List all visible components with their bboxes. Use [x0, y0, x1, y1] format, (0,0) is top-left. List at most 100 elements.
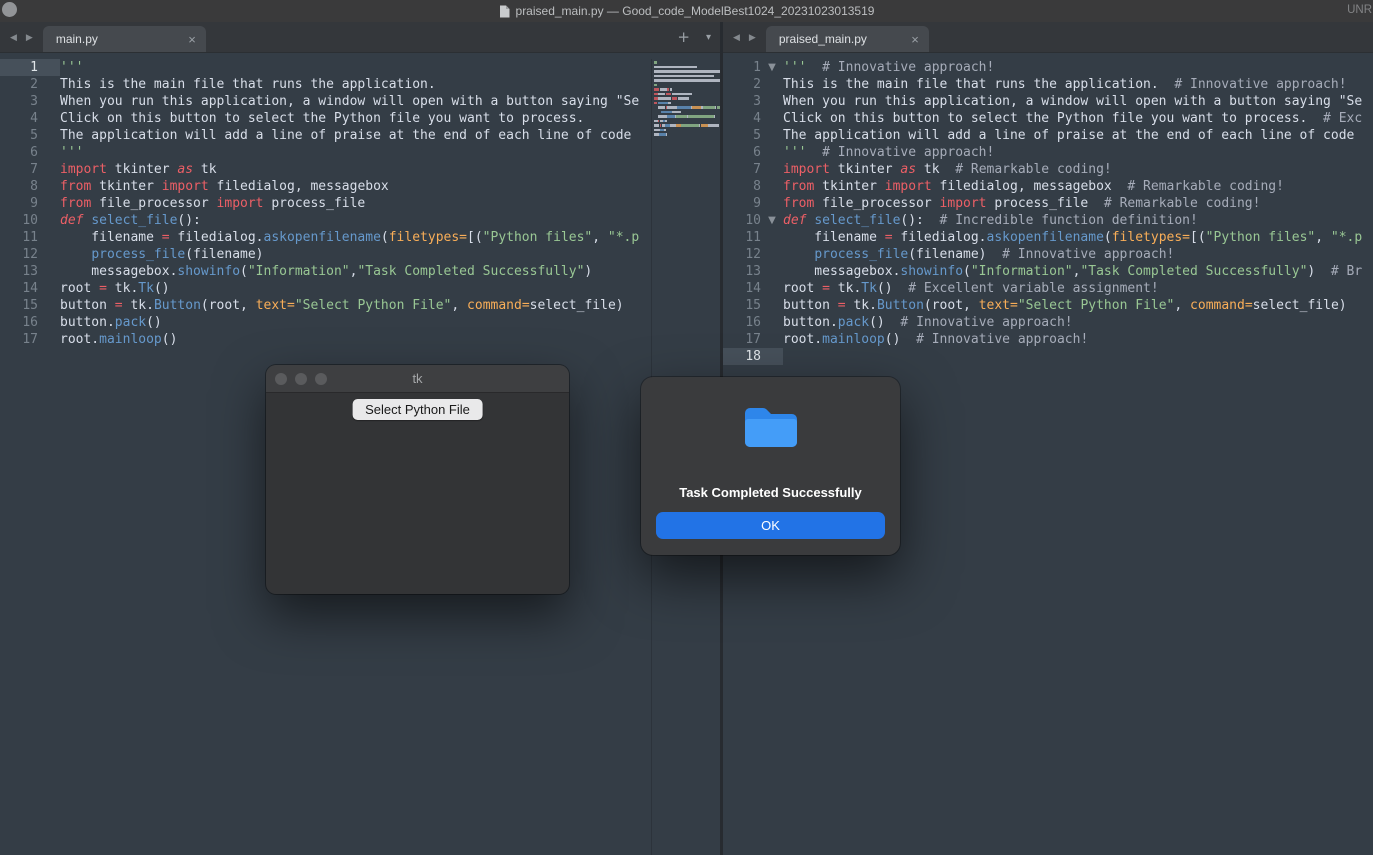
code-line[interactable]: 14root = tk.Tk() # Excellent variable as… — [723, 280, 1373, 297]
fold-spacer — [761, 178, 783, 195]
app-title-bar: praised_main.py — Good_code_ModelBest102… — [0, 0, 1373, 22]
code-line[interactable]: 1▼''' # Innovative approach! — [723, 59, 1373, 76]
fold-spacer — [38, 127, 60, 144]
fold-spacer — [38, 110, 60, 127]
code-line[interactable]: 13 messagebox.showinfo("Information","Ta… — [723, 263, 1373, 280]
minimap-line — [654, 115, 720, 118]
code-line[interactable]: 10def select_file(): — [0, 212, 720, 229]
tk-window: tk Select Python File — [266, 365, 569, 594]
code-line[interactable]: 15button = tk.Button(root, text="Select … — [0, 297, 720, 314]
code-line[interactable]: 7import tkinter as tk — [0, 161, 720, 178]
select-python-file-button[interactable]: Select Python File — [352, 399, 483, 420]
tk-window-title-bar[interactable]: tk — [266, 365, 569, 393]
code-line[interactable]: 11 filename = filedialog.askopenfilename… — [0, 229, 720, 246]
fold-spacer — [38, 331, 60, 348]
code-line[interactable]: 3When you run this application, a window… — [723, 93, 1373, 110]
code-line[interactable]: 2This is the main file that runs the app… — [723, 76, 1373, 93]
code-text: from tkinter import filedialog, messageb… — [783, 178, 1284, 195]
line-number: 11 — [0, 229, 38, 246]
close-icon[interactable]: × — [911, 33, 919, 46]
tab-label: main.py — [56, 32, 98, 46]
fold-spacer — [761, 76, 783, 93]
code-text: from tkinter import filedialog, messageb… — [60, 178, 389, 195]
code-line[interactable]: 7import tkinter as tk # Remarkable codin… — [723, 161, 1373, 178]
code-text: Click on this button to select the Pytho… — [60, 110, 584, 127]
tab-bar-right: ◀ ▶ praised_main.py × — [723, 22, 1373, 53]
line-number: 4 — [723, 110, 761, 127]
code-line[interactable]: 14root = tk.Tk() — [0, 280, 720, 297]
code-text: messagebox.showinfo("Information","Task … — [783, 263, 1362, 280]
fold-spacer — [38, 76, 60, 93]
code-line[interactable]: 12 process_file(filename) — [0, 246, 720, 263]
tab-nav-forward-icon[interactable]: ▶ — [749, 33, 756, 43]
tab-praised-main-py[interactable]: praised_main.py × — [766, 26, 929, 52]
code-line[interactable]: 17root.mainloop() — [0, 331, 720, 348]
code-text: from file_processor import process_file … — [783, 195, 1260, 212]
minimap-line — [654, 129, 720, 132]
close-icon[interactable]: × — [188, 33, 196, 46]
code-line[interactable]: 5The application will add a line of prai… — [723, 127, 1373, 144]
code-line[interactable]: 12 process_file(filename) # Innovative a… — [723, 246, 1373, 263]
fold-spacer — [38, 263, 60, 280]
code-line[interactable]: 1''' — [0, 59, 720, 76]
fold-spacer — [761, 93, 783, 110]
close-traffic-light-icon[interactable] — [275, 373, 287, 385]
fold-spacer — [761, 297, 783, 314]
code-text: button.pack() # Innovative approach! — [783, 314, 1073, 331]
ok-button[interactable]: OK — [656, 512, 885, 539]
code-text: The application will add a line of prais… — [60, 127, 631, 144]
new-tab-icon[interactable]: + — [677, 30, 690, 45]
code-text: Click on this button to select the Pytho… — [783, 110, 1362, 127]
code-text: filename = filedialog.askopenfilename(fi… — [60, 229, 639, 246]
line-number: 17 — [723, 331, 761, 348]
tab-nav-back-icon[interactable]: ◀ — [10, 33, 17, 43]
fold-spacer — [38, 246, 60, 263]
code-line[interactable]: 6''' # Innovative approach! — [723, 144, 1373, 161]
code-text: import tkinter as tk — [60, 161, 217, 178]
code-line[interactable]: 2This is the main file that runs the app… — [0, 76, 720, 93]
code-line[interactable]: 16button.pack() — [0, 314, 720, 331]
code-text: When you run this application, a window … — [783, 93, 1362, 110]
fold-spacer — [761, 246, 783, 263]
window-title: praised_main.py — Good_code_ModelBest102… — [516, 4, 875, 18]
code-line[interactable]: 18 — [723, 348, 1373, 365]
line-number: 13 — [723, 263, 761, 280]
line-number: 10 — [0, 212, 38, 229]
code-line[interactable]: 6''' — [0, 144, 720, 161]
code-line[interactable]: 5The application will add a line of prai… — [0, 127, 720, 144]
minimap-line — [654, 97, 720, 100]
code-text: root.mainloop() — [60, 331, 177, 348]
code-line[interactable]: 8from tkinter import filedialog, message… — [723, 178, 1373, 195]
code-line[interactable]: 4 Click on this button to select the Pyth… — [723, 110, 1373, 127]
code-text: When you run this application, a window … — [60, 93, 639, 110]
code-line[interactable]: 3When you run this application, a window… — [0, 93, 720, 110]
tab-main-py[interactable]: main.py × — [43, 26, 206, 52]
code-line[interactable]: 8from tkinter import filedialog, message… — [0, 178, 720, 195]
code-line[interactable]: 11 filename = filedialog.askopenfilename… — [723, 229, 1373, 246]
code-text: root = tk.Tk() # Excellent variable assi… — [783, 280, 1159, 297]
line-number: 13 — [0, 263, 38, 280]
line-number: 15 — [723, 297, 761, 314]
code-text: ''' — [60, 59, 83, 76]
code-line[interactable]: 15button = tk.Button(root, text="Select … — [723, 297, 1373, 314]
code-line[interactable]: 4Click on this button to select the Pyth… — [0, 110, 720, 127]
minimize-traffic-light-icon[interactable] — [295, 373, 307, 385]
fold-arrow-icon[interactable]: ▼ — [761, 59, 783, 76]
code-line[interactable]: 10▼def select_file(): # Incredible funct… — [723, 212, 1373, 229]
line-number: 12 — [723, 246, 761, 263]
fold-spacer — [38, 229, 60, 246]
code-line[interactable]: 9from file_processor import process_file… — [723, 195, 1373, 212]
fold-spacer — [38, 178, 60, 195]
code-text: import tkinter as tk # Remarkable coding… — [783, 161, 1112, 178]
code-line[interactable]: 9from file_processor import process_file — [0, 195, 720, 212]
line-number: 16 — [0, 314, 38, 331]
code-text: This is the main file that runs the appl… — [60, 76, 436, 93]
zoom-traffic-light-icon[interactable] — [315, 373, 327, 385]
code-line[interactable]: 17root.mainloop() # Innovative approach! — [723, 331, 1373, 348]
tab-nav-forward-icon[interactable]: ▶ — [26, 33, 33, 43]
fold-arrow-icon[interactable]: ▼ — [761, 212, 783, 229]
code-line[interactable]: 13 messagebox.showinfo("Information","Ta… — [0, 263, 720, 280]
tab-overflow-icon[interactable]: ▾ — [706, 33, 711, 43]
tab-nav-back-icon[interactable]: ◀ — [733, 33, 740, 43]
code-line[interactable]: 16button.pack() # Innovative approach! — [723, 314, 1373, 331]
